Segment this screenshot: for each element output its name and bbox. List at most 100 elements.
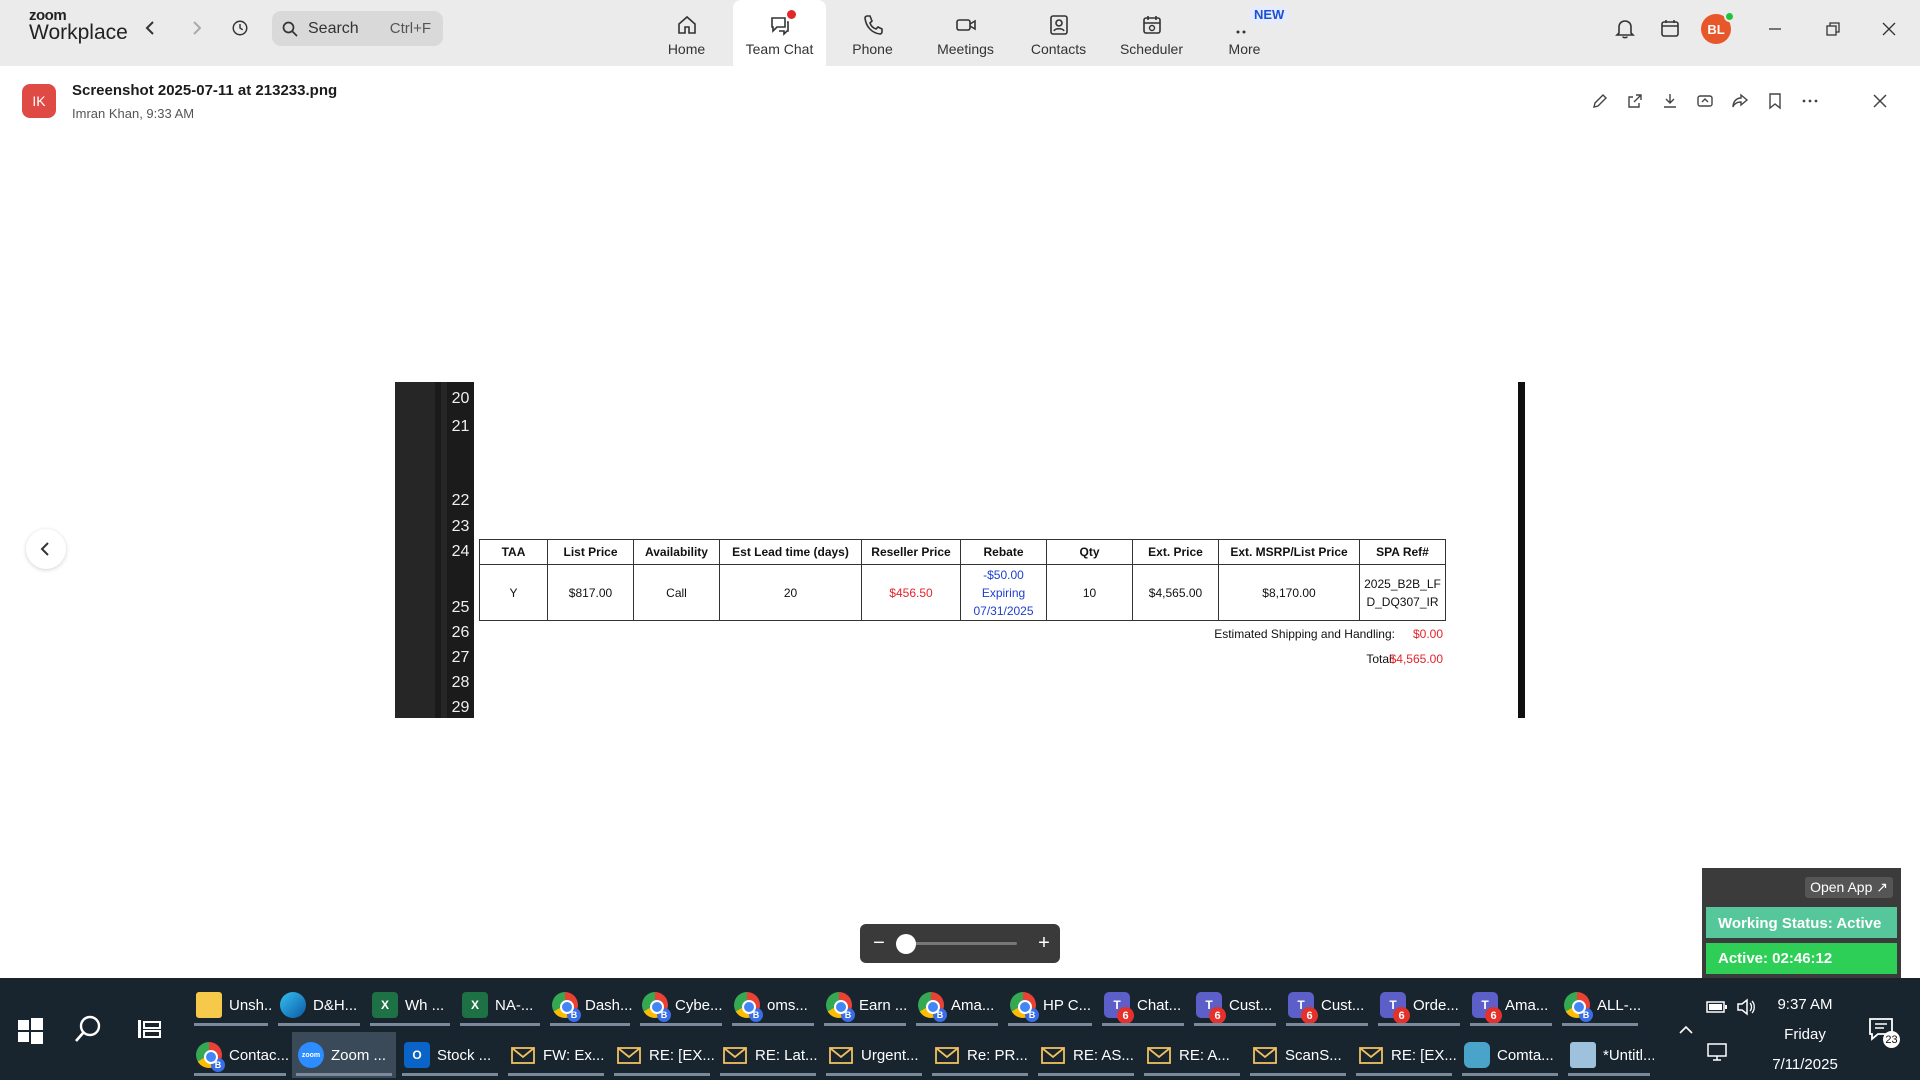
tab-more[interactable]: NEW More [1198,0,1291,66]
taskbar-app-button[interactable]: *Untitl... [1564,1032,1654,1078]
calendar-button[interactable] [1656,14,1684,42]
taskbar-app-button[interactable]: T 6 Cust... [1190,982,1280,1028]
forward-button[interactable] [1728,89,1752,113]
zoom-slider-track[interactable] [905,942,1017,945]
taskbar-app-button[interactable]: RE: [EX... [1352,1032,1456,1078]
minimize-button[interactable] [1760,14,1790,44]
bookmark-icon [1769,93,1781,110]
zoom-out-button[interactable]: − [868,932,890,954]
restore-button[interactable] [1818,14,1848,44]
taskbar-app-label: Chat... [1137,996,1182,1014]
back-button[interactable] [139,14,163,42]
download-button[interactable] [1658,89,1682,113]
taskbar-clock[interactable]: 9:37 AM Friday 7/11/2025 [1760,990,1850,1080]
taskbar-app-button[interactable]: RE: A... [1140,1032,1244,1078]
tab-meetings[interactable]: Meetings [919,0,1012,66]
taskbar-app-label: *Untitl... [1603,1046,1654,1064]
running-indicator [1286,1023,1368,1026]
taskbar-app-button[interactable]: Urgent... [822,1032,926,1078]
taskbar-app-button[interactable]: Re: PR... [928,1032,1032,1078]
taskbar-app-button[interactable]: O Stock ... [398,1032,502,1078]
taskbar-app-button[interactable]: RE: Lat... [716,1032,820,1078]
unread-badge: 6 [1301,1007,1318,1024]
mail-icon [1040,1042,1066,1068]
taskbar-app-button[interactable]: B Contac... [190,1032,290,1078]
profile-badge-icon: B [841,1008,855,1022]
taskbar-app-button[interactable]: B ALL-... [1558,982,1642,1028]
taskbar-app-button[interactable]: T 6 Ama... [1466,982,1556,1028]
network-icon[interactable] [1706,1042,1728,1062]
column-header: Reseller Price [861,539,961,565]
previous-image-button[interactable] [26,529,66,569]
taskbar-app-label: Unsh... [229,996,272,1014]
chevron-left-icon [40,542,49,556]
taskbar-app-label: FW: Ex... [543,1046,605,1064]
taskbar-app-button[interactable]: B Dash... [546,982,634,1028]
taskbar-app-button[interactable]: Unsh... [190,982,272,1028]
taskbar-app-label: Wh ... [405,996,445,1014]
open-app-button[interactable]: Open App ↗ [1805,877,1893,898]
folder-icon [196,992,222,1018]
tab-team-chat[interactable]: Team Chat [733,0,826,66]
taskbar-app-label: D&H... [313,996,358,1014]
annotate-button[interactable] [1588,89,1612,113]
open-external-button[interactable] [1623,89,1647,113]
shipping-value: $0.00 [1412,627,1443,641]
taskbar-app-button[interactable]: T 6 Cust... [1282,982,1372,1028]
taskbar-app-button[interactable]: Boms... [728,982,818,1028]
taskbar-app-button[interactable]: ScanS... [1246,1032,1350,1078]
close-viewer-button[interactable] [1868,89,1892,113]
tab-label: Meetings [937,41,994,57]
zoom-slider-handle[interactable] [896,934,916,954]
chevron-up-icon[interactable] [1678,1022,1694,1038]
history-button[interactable] [228,14,252,42]
tab-contacts[interactable]: Contacts [1012,0,1105,66]
tab-phone[interactable]: Phone [826,0,919,66]
tab-home[interactable]: Home [640,0,733,66]
taskbar-app-button[interactable]: B Cybe... [636,982,726,1028]
notifications-button[interactable] [1611,14,1639,42]
taskbar-app-button[interactable]: RE: AS... [1034,1032,1138,1078]
taskbar-search-icon[interactable] [72,1012,106,1046]
taskbar-app-button[interactable]: FW: Ex... [504,1032,608,1078]
taskbar-app-button[interactable]: T 6 Orde... [1374,982,1464,1028]
qty-cell: 10 [1046,564,1133,621]
search-input[interactable]: Search Ctrl+F [272,11,443,46]
teams-icon: T6 [1104,992,1134,1024]
taskbar-app-button[interactable]: X Wh ... [366,982,454,1028]
user-avatar[interactable]: BL [1701,11,1735,44]
action-center-button[interactable]: 23 [1866,1014,1900,1048]
battery-icon[interactable] [1706,998,1728,1016]
taskbar-app-button[interactable]: D&H... [274,982,364,1028]
share-to-whiteboard-button[interactable] [1693,89,1717,113]
taskbar-app-button[interactable]: X NA-... [456,982,544,1028]
running-indicator [640,1023,722,1026]
tab-label: Phone [852,41,893,57]
taskbar-app-button[interactable]: zoom Zoom ... [292,1032,396,1078]
forward-icon [1732,93,1749,108]
tab-scheduler[interactable]: Scheduler [1105,0,1198,66]
windows-start-icon[interactable] [14,1014,46,1046]
taskbar-app-button[interactable]: B Ama... [912,982,1002,1028]
taskbar-app-button[interactable]: Comta... [1458,1032,1562,1078]
close-window-button[interactable] [1874,14,1904,44]
taskbar-app-button[interactable]: T 6 Chat... [1098,982,1188,1028]
zoom-in-button[interactable]: + [1033,932,1055,954]
rebate-amount: -$50.00 [983,567,1024,582]
zoom-control: − + [860,924,1060,963]
volume-icon[interactable] [1735,996,1757,1018]
mail-icon [828,1042,854,1068]
chrome-icon: B [642,992,671,1022]
tab-label: Contacts [1030,41,1087,57]
taskbar-app-button[interactable]: B Earn ... [820,982,910,1028]
row-number: 24 [451,543,470,560]
taskbar-app-button[interactable]: RE: [EX... [610,1032,714,1078]
forward-button[interactable] [184,14,208,42]
bookmark-button[interactable] [1763,89,1787,113]
taskbar-app-button[interactable]: B HP C... [1004,982,1096,1028]
task-view-icon[interactable] [134,1014,164,1044]
running-indicator [1144,1073,1240,1076]
unread-badge: 6 [1117,1007,1134,1024]
more-options-button[interactable] [1798,89,1822,113]
mail-icon [1358,1042,1384,1068]
